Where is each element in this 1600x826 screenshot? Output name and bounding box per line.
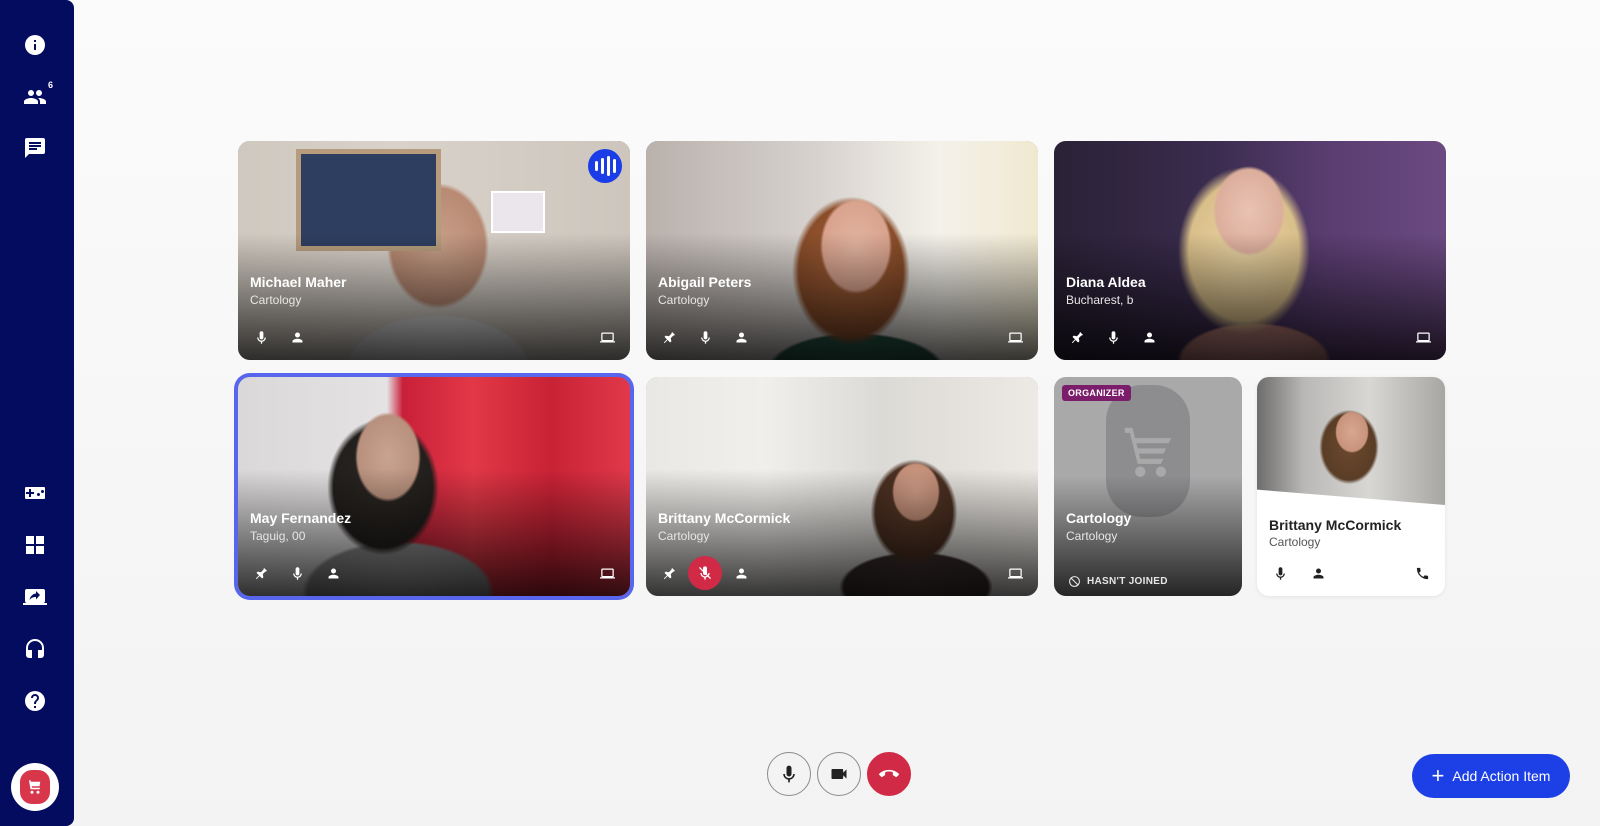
participant-subtitle: Cartology xyxy=(250,293,302,307)
screen-share-icon[interactable] xyxy=(17,579,53,615)
participant-tile-selected[interactable]: May Fernandez Taguig, 00 xyxy=(238,377,630,596)
toggle-microphone-button[interactable] xyxy=(767,752,811,796)
call-controls xyxy=(767,752,911,796)
phone-icon xyxy=(1411,562,1433,584)
app-logo[interactable] xyxy=(11,763,59,811)
join-status-text: HASN'T JOINED xyxy=(1087,576,1168,587)
participant-subtitle: Bucharest, b xyxy=(1066,293,1134,307)
participant-subtitle: Cartology xyxy=(658,529,710,543)
pin-icon[interactable] xyxy=(658,562,680,584)
add-action-item-button[interactable]: + Add Action Item xyxy=(1412,754,1570,798)
participant-tile[interactable]: Brittany McCormick Cartology xyxy=(646,377,1038,596)
plus-icon: + xyxy=(1431,763,1445,788)
cart-icon xyxy=(1124,427,1172,477)
pin-icon[interactable] xyxy=(1066,326,1088,348)
microphone-icon[interactable] xyxy=(694,326,716,348)
pin-icon[interactable] xyxy=(658,326,680,348)
device-laptop-icon xyxy=(1004,562,1026,584)
profile-icon[interactable] xyxy=(322,562,344,584)
participant-name: Brittany McCormick xyxy=(658,510,791,526)
profile-icon[interactable] xyxy=(1307,562,1329,584)
microphone-icon xyxy=(783,765,795,783)
participant-name: Abigail Peters xyxy=(658,274,752,290)
participant-subtitle: Cartology xyxy=(658,293,710,307)
participant-name: May Fernandez xyxy=(250,510,352,526)
participant-name: Michael Maher xyxy=(250,274,347,290)
headset-icon[interactable] xyxy=(17,631,53,667)
participant-name: Diana Aldea xyxy=(1066,274,1146,290)
participant-name: Brittany McCormick xyxy=(1269,517,1402,533)
participant-subtitle: Cartology xyxy=(1066,529,1118,543)
microphone-muted-icon[interactable] xyxy=(688,556,722,590)
info-icon[interactable] xyxy=(17,27,53,63)
help-icon[interactable] xyxy=(17,683,53,719)
chat-icon[interactable] xyxy=(17,130,53,166)
microphone-icon[interactable] xyxy=(1269,562,1291,584)
device-laptop-icon xyxy=(596,326,618,348)
participant-tile[interactable]: Brittany McCormick Cartology xyxy=(1257,377,1445,596)
profile-icon[interactable] xyxy=(730,562,752,584)
cart-logo-icon xyxy=(29,780,41,794)
game-controller-icon[interactable] xyxy=(17,475,53,511)
apps-grid-icon[interactable] xyxy=(17,527,53,563)
profile-icon[interactable] xyxy=(286,326,308,348)
sidebar: 6 xyxy=(0,0,74,826)
participant-subtitle: Taguig, 00 xyxy=(250,529,306,543)
participant-tile[interactable]: Diana Aldea Bucharest, b xyxy=(1054,141,1446,360)
pin-icon[interactable] xyxy=(250,562,272,584)
participant-count-badge: 6 xyxy=(47,80,53,90)
end-call-button[interactable] xyxy=(867,752,911,796)
participant-name: Cartology xyxy=(1066,510,1132,526)
participant-tile[interactable]: Abigail Peters Cartology xyxy=(646,141,1038,360)
participant-tile[interactable]: Michael Maher Cartology xyxy=(238,141,630,360)
device-laptop-icon xyxy=(596,562,618,584)
hang-up-icon xyxy=(879,769,899,778)
profile-icon[interactable] xyxy=(730,326,752,348)
device-laptop-icon xyxy=(1412,326,1434,348)
participant-photo xyxy=(1257,377,1445,505)
participant-tile-organizer[interactable]: ORGANIZER Cartology Cartology HASN'T JOI… xyxy=(1054,377,1242,596)
blocked-icon xyxy=(1069,576,1080,587)
device-laptop-icon xyxy=(1004,326,1026,348)
organizer-badge: ORGANIZER xyxy=(1062,385,1131,401)
join-status: HASN'T JOINED xyxy=(1068,575,1168,588)
wall-photo xyxy=(491,191,545,233)
participant-subtitle: Cartology xyxy=(1269,535,1321,549)
microphone-icon[interactable] xyxy=(286,562,308,584)
active-speaker-icon xyxy=(588,149,622,183)
microphone-icon[interactable] xyxy=(1102,326,1124,348)
participants-icon[interactable]: 6 xyxy=(17,79,53,115)
toggle-camera-button[interactable] xyxy=(817,752,861,796)
video-camera-icon xyxy=(831,769,847,779)
profile-icon[interactable] xyxy=(1138,326,1160,348)
microphone-icon[interactable] xyxy=(250,326,272,348)
add-action-item-label: Add Action Item xyxy=(1452,768,1551,784)
